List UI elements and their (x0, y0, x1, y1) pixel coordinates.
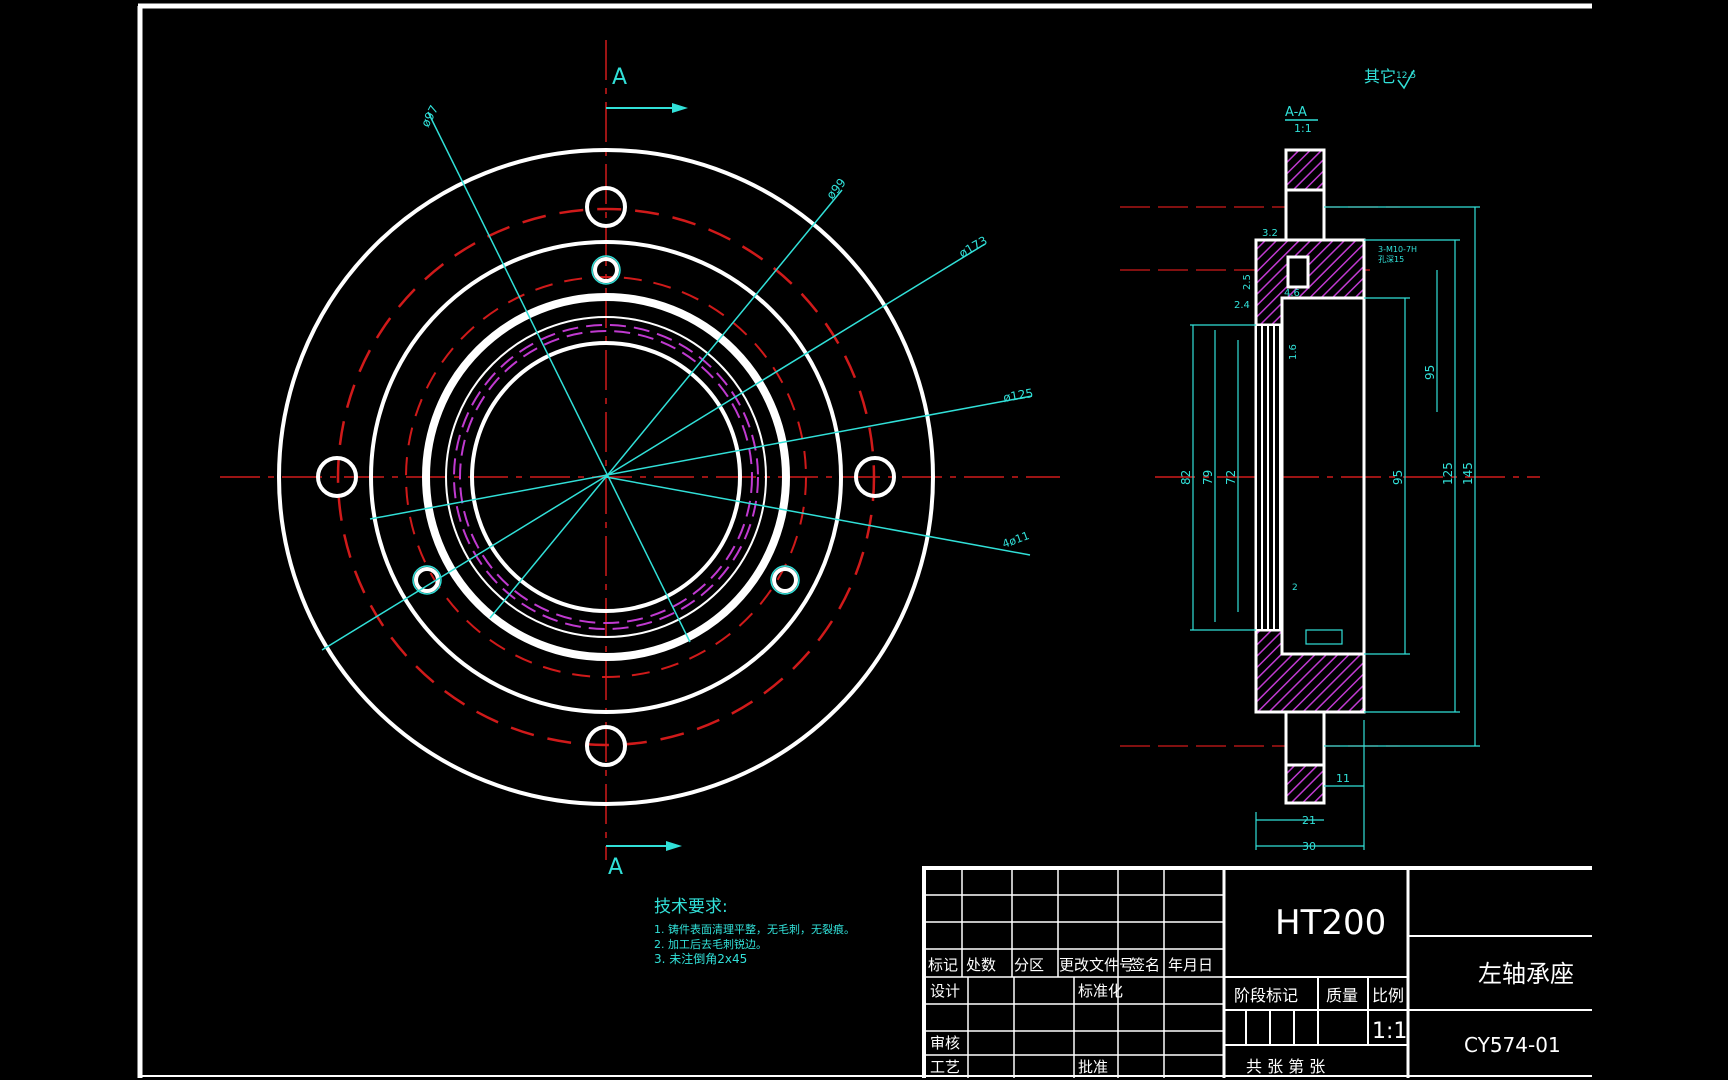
title-block-text: HT200 左轴承座 CY574-01 1:1 标记 处数 分区 更改文件号 签… (928, 903, 1574, 1076)
label-weight: 质量 (1326, 986, 1358, 1005)
label-change-doc: 更改文件号 (1059, 956, 1134, 974)
tech-req-item-2: 2. 加工后去毛刺锐边。 (654, 937, 767, 951)
dim-h21: 21 (1302, 814, 1316, 827)
front-view: A A ø97 ø99 ø173 ø125 4ø11 (220, 40, 1060, 880)
label-stage-mark: 阶段标记 (1234, 986, 1298, 1005)
dim-d97: ø97 (418, 103, 441, 130)
dim-v145: 145 (1461, 462, 1475, 485)
dim-v72: 72 (1224, 470, 1238, 485)
drawing-number: CY574-01 (1464, 1033, 1561, 1057)
label-process: 工艺 (930, 1058, 960, 1076)
label-date: 年月日 (1168, 956, 1213, 974)
tolerance-frame (1305, 629, 1343, 645)
label-approve: 批准 (1078, 1058, 1108, 1076)
scale-value: 1:1 (1372, 1019, 1407, 1044)
label-standardize: 标准化 (1078, 982, 1123, 1000)
dim-2-4: 2.4 (1234, 300, 1250, 311)
dim-3-2: 3.2 (1262, 228, 1278, 239)
dim-2-5: 2.5 (1242, 274, 1253, 290)
dim-4-6: 4.6 (1284, 288, 1300, 299)
thread-depth: 孔深15 (1378, 255, 1404, 264)
part-name: 左轴承座 (1478, 960, 1574, 988)
dim-d125: ø125 (1002, 386, 1034, 405)
dim-v95: 95 (1423, 365, 1437, 380)
tech-req-item-3: 3. 未注倒角2x45 (654, 951, 747, 966)
drawing-canvas: A A ø97 ø99 ø173 ø125 4ø11 A-A 1:1 其它 12… (137, 3, 1592, 1078)
dim-h30: 30 (1302, 840, 1316, 853)
thread-spec: 3-M10-7H (1378, 245, 1417, 254)
dim-v82: 82 (1179, 470, 1193, 485)
dim-h11: 11 (1336, 772, 1350, 785)
dim-d173: ø173 (957, 233, 990, 260)
section-title: A-A (1285, 105, 1307, 120)
tech-requirements: 技术要求: 1. 铸件表面清理平整，无毛刺，无裂痕。 2. 加工后去毛刺锐边。 … (654, 897, 855, 966)
label-sign: 签名 (1130, 956, 1160, 974)
section-view: A-A 1:1 其它 12.5 82 79 72 95 95 125 145 3… (1120, 67, 1540, 853)
dim-v125: 125 (1441, 462, 1455, 485)
dim-v95b: 95 (1391, 470, 1405, 485)
material: HT200 (1275, 903, 1386, 943)
label-review: 审核 (930, 1034, 960, 1052)
label-zone: 分区 (1014, 956, 1044, 974)
label-sheets: 共 张 第 张 (1246, 1057, 1325, 1076)
dim-d99: ø99 (824, 176, 849, 202)
label-design: 设计 (930, 982, 960, 1000)
label-count: 处数 (966, 956, 996, 974)
surface-finish-note: 其它 (1364, 67, 1396, 86)
tech-req-item-1: 1. 铸件表面清理平整，无毛刺，无裂痕。 (654, 922, 855, 936)
dim-v79: 79 (1201, 470, 1215, 485)
label-ratio: 比例 (1372, 986, 1404, 1005)
dim-holes: 4ø11 (1001, 529, 1032, 551)
dim-2: 2 (1292, 583, 1298, 593)
dim-1-6: 1.6 (1288, 344, 1299, 360)
label-mark: 标记 (928, 956, 958, 974)
section-title-scale: 1:1 (1294, 122, 1312, 135)
section-marker-bottom: A (608, 855, 623, 880)
tech-req-title: 技术要求: (654, 897, 728, 917)
section-marker-top: A (612, 65, 627, 90)
